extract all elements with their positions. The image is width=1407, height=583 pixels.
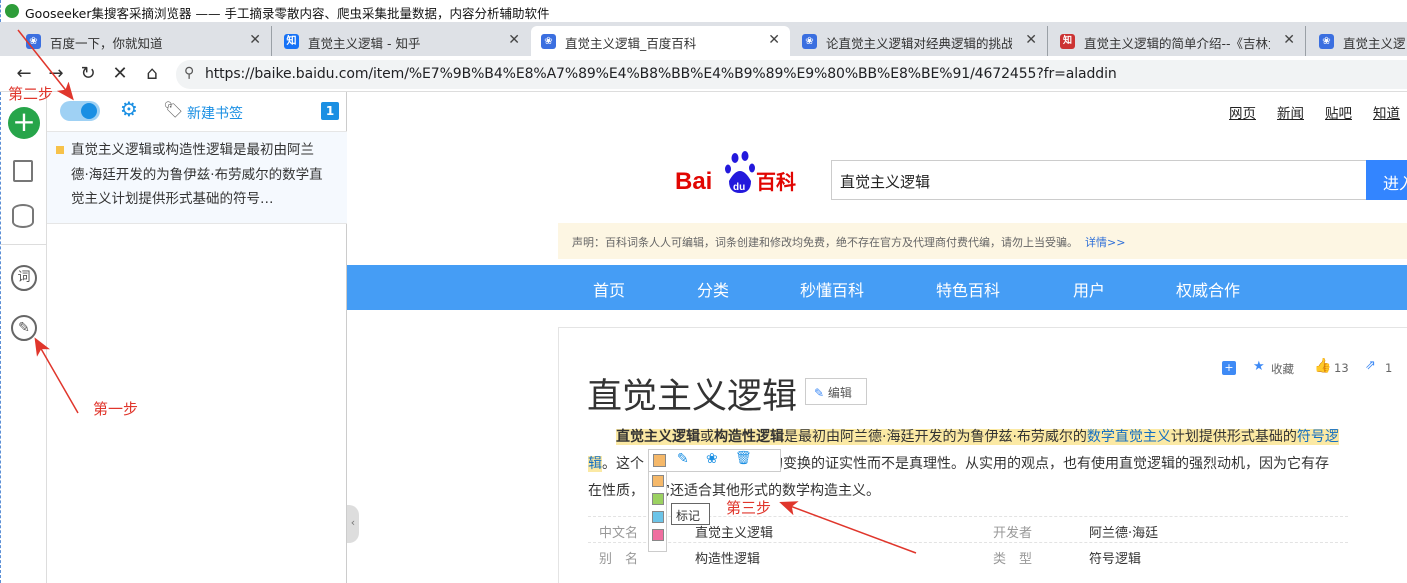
annotation-step3: 第三步 [726, 499, 772, 517]
arrow-step3 [779, 501, 917, 554]
arrow-step1 [34, 337, 79, 414]
annotation-step1: 第一步 [93, 400, 139, 418]
annotation-step2: 第二步 [8, 85, 54, 103]
annotation-arrows [17, 29, 917, 554]
